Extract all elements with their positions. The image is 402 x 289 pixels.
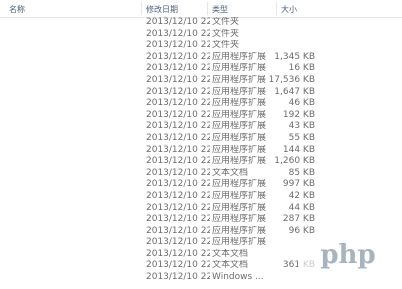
file-date: 2013/12/10 22:41	[146, 272, 210, 283]
file-row[interactable]: icuuc49.dll2013/12/10 22:41应用程序扩展1,260 K…	[0, 156, 402, 168]
file-date: 2013/12/10 22:41	[146, 156, 210, 167]
file-date: 2013/12/10 22:41	[146, 86, 210, 97]
file-date: 2013/12/10 22:41	[146, 51, 210, 62]
file-date: 2013/12/10 22:41	[146, 74, 210, 85]
file-size: 42 KB	[288, 190, 315, 201]
file-date: 2013/12/10 22:41	[146, 237, 210, 248]
file-size: 287 KB	[282, 214, 315, 225]
file-date: 2013/12/10 22:41	[146, 63, 210, 74]
column-header-row: 名称 修改日期 类型 大小	[0, 0, 402, 18]
file-date: 2013/12/10 22:41	[146, 109, 210, 120]
file-row[interactable]: iculx49.dll2013/12/10 22:41应用程序扩展43 KB	[0, 121, 402, 133]
file-size: 16 KB	[288, 63, 315, 74]
column-header-date[interactable]: 修改日期	[146, 0, 178, 17]
column-header-size[interactable]: 大小	[281, 0, 297, 17]
file-row[interactable]: icutu49.dll2013/12/10 22:41应用程序扩展144 KB	[0, 145, 402, 157]
file-row[interactable]: libeay32.dll2013/12/10 22:41应用程序扩展997 KB	[0, 179, 402, 191]
file-size: 1,345 KB	[274, 51, 315, 62]
column-divider[interactable]	[276, 2, 277, 15]
file-date: 2013/12/10 22:41	[146, 144, 210, 155]
file-row[interactable]: icule49.dll2013/12/10 22:41应用程序扩展192 KB	[0, 110, 402, 122]
column-divider[interactable]	[207, 2, 208, 15]
file-size: 17,536 KB	[268, 74, 315, 85]
file-date: 2013/12/10 22:41	[146, 121, 210, 132]
file-type: 文件夹	[212, 40, 240, 51]
file-row[interactable]: libenchant_ispell.dll2013/12/10 22:41应用程…	[0, 203, 402, 215]
file-row[interactable]: icutest49.dll2013/12/10 22:41应用程序扩展55 KB	[0, 133, 402, 145]
file-type: 文件夹	[212, 28, 240, 39]
file-row[interactable]: icudt49.dll2013/12/10 22:41应用程序扩展17,536 …	[0, 75, 402, 87]
file-row[interactable]: icuio49.dll2013/12/10 22:41应用程序扩展46 KB	[0, 98, 402, 110]
file-date: 2013/12/10 22:41	[146, 214, 210, 225]
file-date: 2013/12/10 22:41	[146, 28, 210, 39]
column-header-type[interactable]: 类型	[212, 0, 228, 17]
column-header-name[interactable]: 名称	[9, 0, 25, 17]
file-size: 55 KB	[288, 132, 315, 143]
file-date: 2013/12/10 22:41	[146, 225, 210, 236]
file-row[interactable]: ext2013/12/10 22:41文件夹	[0, 29, 402, 41]
file-row[interactable]: icuin49.dll2013/12/10 22:41应用程序扩展1,647 K…	[0, 87, 402, 99]
file-date: 2013/12/10 22:41	[146, 248, 210, 259]
file-date: 2013/12/10 22:41	[146, 40, 210, 51]
file-type: 文件夹	[212, 17, 240, 27]
file-row[interactable]: libenchant_myspell.dll2013/12/10 22:41应用…	[0, 214, 402, 226]
file-date: 2013/12/10 22:41	[146, 260, 210, 271]
file-date: 2013/12/10 22:41	[146, 202, 210, 213]
file-size: 44 KB	[288, 202, 315, 213]
file-row[interactable]: gmodule-2.dll2013/12/10 22:41应用程序扩展16 KB	[0, 63, 402, 75]
file-size: 1,647 KB	[274, 86, 315, 97]
file-size: 192 KB	[282, 109, 315, 120]
file-type: 文本文档	[212, 248, 249, 259]
file-type: Windows ...	[212, 272, 264, 283]
file-size: 85 KB	[288, 167, 315, 178]
file-row[interactable]: install.txt2013/12/10 22:41文本文档85 KB	[0, 168, 402, 180]
column-divider[interactable]	[141, 2, 142, 15]
file-date: 2013/12/10 22:41	[146, 98, 210, 109]
file-size: 144 KB	[282, 144, 315, 155]
file-size: 46 KB	[288, 98, 315, 109]
file-row[interactable]: extras2013/12/10 22:41文件夹	[0, 40, 402, 52]
file-date: 2013/12/10 22:41	[146, 132, 210, 143]
file-date: 2013/12/10 22:41	[146, 167, 210, 178]
file-row[interactable]: glib-2.dll2013/12/10 22:41应用程序扩展1,345 KB	[0, 52, 402, 64]
file-size: 1,260 KB	[274, 156, 315, 167]
file-size: 997 KB	[282, 179, 315, 190]
file-type: 应用程序扩展	[212, 237, 267, 248]
file-size: 43 KB	[288, 121, 315, 132]
file-date: 2013/12/10 22:41	[146, 190, 210, 201]
file-date: 2013/12/10 22:41	[146, 179, 210, 190]
file-row[interactable]: libenchant.dll2013/12/10 22:41应用程序扩展42 K…	[0, 191, 402, 203]
file-row[interactable]: dev2013/12/10 22:41文件夹	[0, 17, 402, 29]
watermark-logo: php	[298, 236, 398, 274]
file-date: 2013/12/10 22:41	[146, 17, 210, 27]
